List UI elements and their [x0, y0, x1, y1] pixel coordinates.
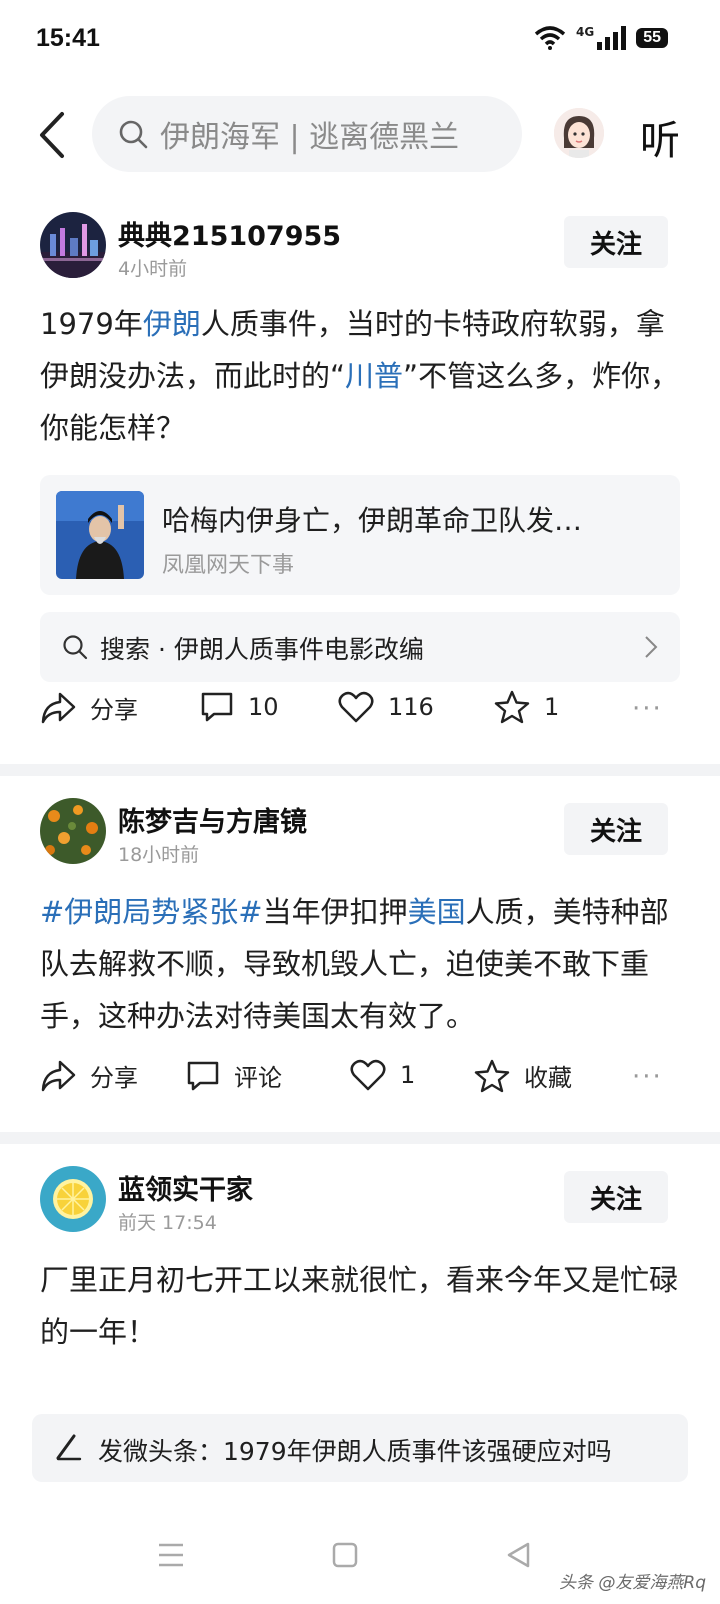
- topic-link[interactable]: 伊朗: [143, 307, 201, 341]
- user-avatar[interactable]: [40, 798, 106, 864]
- pen-icon: [56, 1434, 82, 1461]
- back-arrow-icon[interactable]: [34, 110, 74, 160]
- post-text: 1979年伊朗人质事件，当时的卡特政府软弱，拿伊朗没办法，而此时的“川普”不管这…: [40, 298, 680, 454]
- favorite-button[interactable]: 收藏: [474, 1058, 572, 1093]
- user-avatar[interactable]: [40, 1166, 106, 1232]
- search-bar[interactable]: 伊朗海军 | 逃离德黑兰: [92, 96, 522, 172]
- cartoon-avatar-icon: [554, 108, 604, 158]
- favorite-label: 收藏: [524, 1064, 572, 1092]
- user-avatar[interactable]: [40, 212, 106, 278]
- follow-button[interactable]: 关注: [564, 1171, 668, 1223]
- comment-icon: [187, 1061, 219, 1090]
- lemon-avatar-icon: [40, 1166, 106, 1232]
- star-icon: [474, 1059, 510, 1092]
- hashtag-link[interactable]: #伊朗局势紧张#: [40, 895, 263, 929]
- chevron-right-icon: [645, 636, 658, 658]
- wifi-icon: [534, 26, 566, 50]
- signal-icon: [597, 26, 627, 50]
- text-segment: 1979年: [40, 307, 143, 341]
- more-options-icon[interactable]: ···: [632, 694, 663, 724]
- share-icon: [41, 1060, 76, 1091]
- user-name[interactable]: 蓝领实干家: [118, 1168, 253, 1207]
- heart-icon: [338, 691, 374, 723]
- watermark: 头条 @友爱海燕Rq: [558, 1573, 706, 1593]
- article-title: 哈梅内伊身亡，伊朗革命卫队发…: [162, 504, 583, 537]
- comment-label: 评论: [234, 1064, 282, 1092]
- star-icon: [494, 690, 530, 724]
- menu-icon[interactable]: [156, 1540, 186, 1570]
- post-time: 前天 17:54: [118, 1212, 217, 1234]
- comment-count: 10: [248, 693, 279, 721]
- share-icon: [41, 692, 76, 723]
- related-search-suggestion[interactable]: 搜索 · 伊朗人质事件电影改编: [40, 612, 680, 682]
- share-label: 分享: [90, 1064, 138, 1092]
- post-text: #伊朗局势紧张#当年伊扣押美国人质，美特种部队去解救不顺，导致机毁人亡，迫使美不…: [40, 886, 680, 1042]
- back-triangle-icon[interactable]: [504, 1540, 534, 1570]
- post-time: 18小时前: [118, 844, 200, 866]
- comment-icon: [201, 692, 233, 722]
- follow-button[interactable]: 关注: [564, 803, 668, 855]
- linked-article-card[interactable]: 哈梅内伊身亡，伊朗革命卫队发… 凤凰网天下事: [40, 475, 680, 595]
- share-label: 分享: [90, 696, 138, 724]
- topic-link[interactable]: 川普: [345, 359, 403, 393]
- post-divider: [0, 1132, 720, 1144]
- publish-prompt-text: 发微头条：1979年伊朗人质事件该强硬应对吗: [98, 1437, 612, 1466]
- battery-icon: 55: [636, 28, 668, 48]
- search-placeholder: 伊朗海军 | 逃离德黑兰: [160, 120, 460, 155]
- post-time: 4小时前: [118, 258, 188, 280]
- user-name[interactable]: 陈梦吉与方唐镜: [118, 800, 307, 839]
- post-text: 厂里正月初七开工以来就很忙，看来今年又是忙碌的一年！: [40, 1263, 679, 1349]
- favorite-button[interactable]: 1: [494, 690, 559, 724]
- search-icon: [63, 635, 88, 660]
- like-button[interactable]: 1: [350, 1058, 415, 1092]
- home-icon[interactable]: [330, 1540, 360, 1570]
- favorite-count: 1: [544, 693, 560, 721]
- article-source: 凤凰网天下事: [162, 553, 295, 578]
- article-thumbnail: [56, 491, 144, 579]
- more-options-icon[interactable]: ···: [632, 1062, 663, 1092]
- comment-button[interactable]: 10: [200, 690, 279, 724]
- like-button[interactable]: 116: [338, 690, 434, 724]
- orange-tree-avatar-icon: [40, 798, 106, 864]
- listen-button[interactable]: 听: [640, 108, 680, 166]
- user-name[interactable]: 典典215107955: [118, 214, 341, 253]
- status-icons: 4G 55: [534, 25, 668, 50]
- search-suggestion-text: 搜索 · 伊朗人质事件电影改编: [100, 635, 424, 664]
- network-label: 4G: [576, 25, 595, 39]
- profile-avatar[interactable]: [554, 108, 604, 158]
- follow-button[interactable]: 关注: [564, 216, 668, 268]
- text-segment: 当年伊扣押: [262, 895, 408, 929]
- share-button[interactable]: 分享: [40, 1058, 138, 1093]
- status-time: 15:41: [36, 24, 100, 52]
- search-icon: [119, 120, 148, 149]
- topic-link[interactable]: 美国: [408, 895, 466, 929]
- city-night-avatar-icon: [40, 212, 106, 278]
- like-count: 1: [400, 1061, 416, 1089]
- like-count: 116: [388, 693, 434, 721]
- comment-button[interactable]: 评论: [186, 1058, 282, 1093]
- post-divider: [0, 764, 720, 776]
- heart-icon: [350, 1059, 386, 1091]
- share-button[interactable]: 分享: [40, 690, 138, 725]
- publish-prompt-bar[interactable]: 发微头条：1979年伊朗人质事件该强硬应对吗: [32, 1414, 688, 1482]
